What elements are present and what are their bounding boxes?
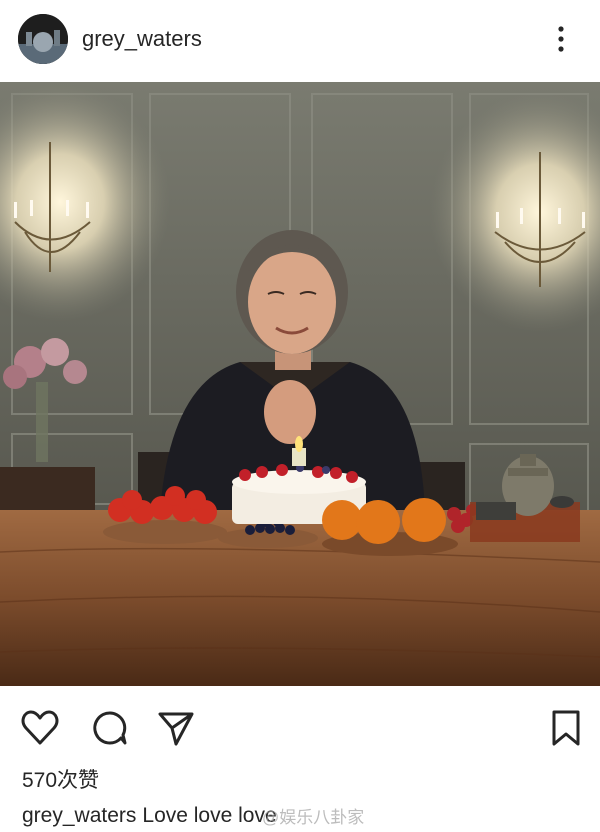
send-icon[interactable] <box>156 708 196 748</box>
post-username[interactable]: grey_waters <box>82 26 202 52</box>
caption-username[interactable]: grey_waters <box>22 804 136 827</box>
watermark-text: @娱乐八卦家 <box>262 808 365 827</box>
more-vertical-icon[interactable] <box>551 24 571 56</box>
post-photo[interactable] <box>0 82 600 686</box>
post-caption: grey_waters Love love love <box>22 804 277 828</box>
comment-icon[interactable] <box>90 708 130 748</box>
heart-icon[interactable] <box>20 708 60 748</box>
bookmark-icon[interactable] <box>546 708 586 748</box>
profile-avatar[interactable] <box>18 14 68 64</box>
likes-count[interactable]: 570次赞 <box>22 764 99 794</box>
action-bar <box>0 700 600 750</box>
caption-text: Love love love <box>142 804 277 827</box>
post-header: grey_waters <box>0 0 600 82</box>
